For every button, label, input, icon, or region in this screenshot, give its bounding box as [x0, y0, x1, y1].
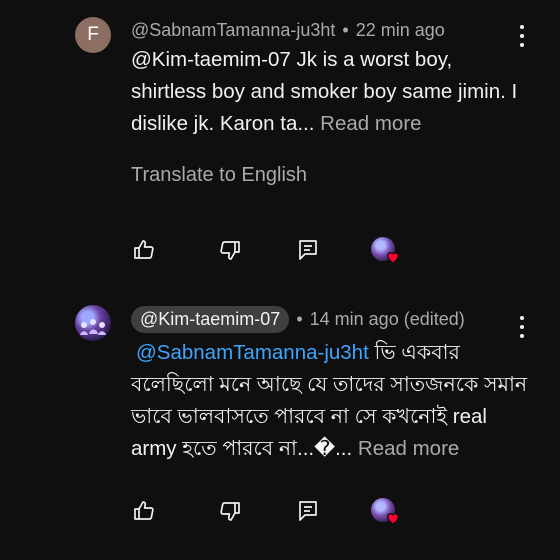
comment-meta: @Kim-taemim-07 • 14 min ago (edited) — [131, 306, 465, 333]
heart-icon — [386, 513, 400, 525]
dislike-button[interactable] — [217, 237, 243, 263]
author-handle[interactable]: @Kim-taemim-07 — [131, 306, 290, 333]
avatar[interactable]: F — [75, 17, 111, 53]
comment-text: @Kim-taemim-07 Jk is a worst boy, shirtl… — [131, 44, 531, 140]
thumb-up-icon — [134, 501, 154, 520]
meta-separator: • — [342, 20, 349, 40]
creator-heart — [371, 237, 401, 265]
thumb-up-icon — [134, 240, 154, 259]
like-button[interactable] — [131, 498, 157, 524]
read-more-link[interactable]: Read more — [358, 437, 459, 460]
comment-timestamp[interactable]: 14 min ago (edited) — [310, 309, 465, 329]
avatar-initial: F — [87, 24, 99, 45]
dislike-button[interactable] — [217, 498, 243, 524]
thumb-down-icon — [220, 502, 240, 521]
comment-meta: @SabnamTamanna-ju3ht • 22 min ago — [131, 20, 445, 41]
thumb-down-icon — [220, 241, 240, 260]
reply-button[interactable] — [295, 498, 321, 524]
reply-icon — [299, 501, 317, 521]
comment-text: @SabnamTamanna-ju3ht ভি একবার বলেছিলো মন… — [131, 337, 531, 465]
more-vert-icon[interactable] — [514, 316, 530, 338]
reply-icon — [299, 240, 317, 260]
read-more-link[interactable]: Read more — [320, 112, 421, 135]
like-button[interactable] — [131, 237, 157, 263]
translate-button[interactable]: Translate to English — [131, 164, 307, 187]
meta-separator: • — [296, 309, 303, 329]
author-handle[interactable]: @SabnamTamanna-ju3ht — [131, 20, 335, 40]
reply-button[interactable] — [295, 237, 321, 263]
heart-icon — [386, 252, 400, 264]
comment-actions — [131, 498, 431, 526]
avatar[interactable] — [75, 305, 111, 341]
group-photo-icon — [80, 319, 106, 335]
mention-link[interactable]: @SabnamTamanna-ju3ht — [136, 341, 369, 364]
comment-timestamp[interactable]: 22 min ago — [356, 20, 445, 40]
comment-actions — [131, 237, 431, 265]
creator-heart — [371, 498, 401, 526]
